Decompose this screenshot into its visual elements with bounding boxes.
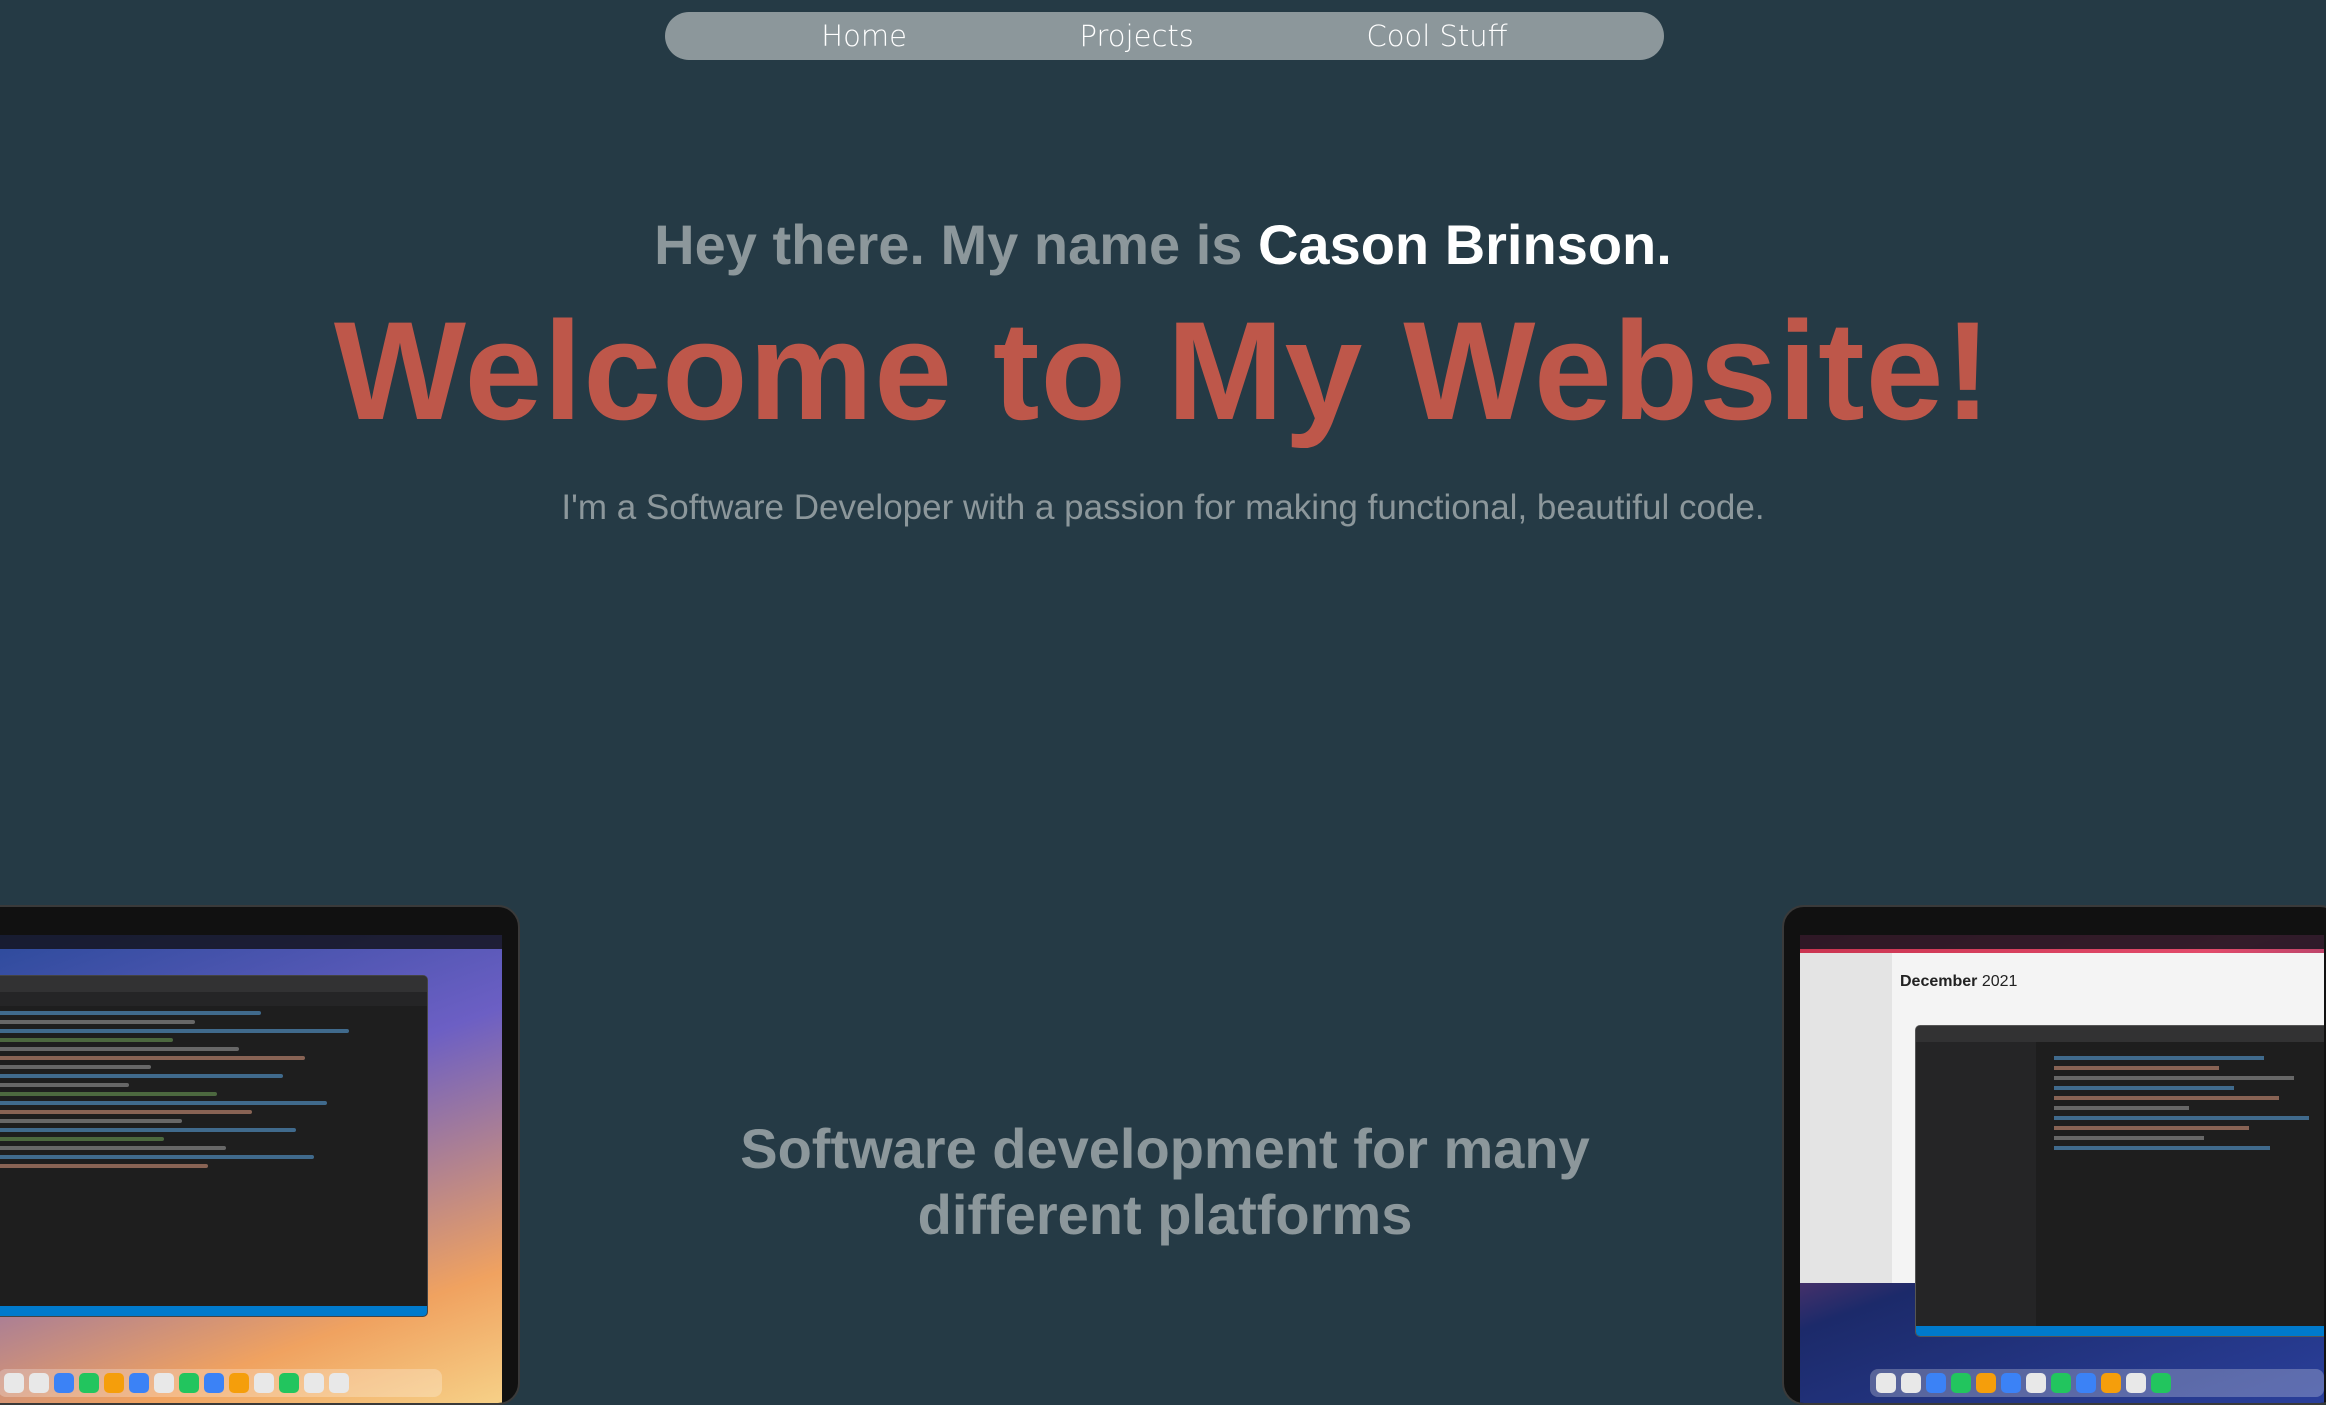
welcome-headline: Welcome to My Website! [333, 292, 1993, 449]
dock-app-icon [2026, 1373, 2046, 1393]
dock-app-icon [54, 1373, 74, 1393]
dock-app-icon [329, 1373, 349, 1393]
code-editor-window [1915, 1025, 2324, 1337]
dock-app-icon [2001, 1373, 2021, 1393]
calendar-year: 2021 [1981, 973, 2018, 990]
mac-menubar [1800, 935, 2324, 949]
dock-app-icon [179, 1373, 199, 1393]
mac-dock [0, 1369, 442, 1397]
dock-app-icon [2151, 1373, 2171, 1393]
laptop-image-right: December 2021 [1782, 905, 2326, 1405]
nav-projects-link[interactable]: Projects [1080, 19, 1194, 53]
dock-app-icon [2101, 1373, 2121, 1393]
dock-app-icon [4, 1373, 24, 1393]
dock-app-icon [1901, 1373, 1921, 1393]
calendar-month: December [1900, 973, 1978, 990]
dock-app-icon [1951, 1373, 1971, 1393]
hero-tagline: I'm a Software Developer with a passion … [561, 488, 1765, 527]
section-title-line1: Software development for many [740, 1117, 1590, 1180]
dock-app-icon [79, 1373, 99, 1393]
nav-home-link[interactable]: Home [821, 19, 907, 53]
dock-app-icon [1876, 1373, 1896, 1393]
dock-app-icon [229, 1373, 249, 1393]
greeting-heading: Hey there. My name is Cason Brinson. [0, 212, 2326, 277]
dock-app-icon [279, 1373, 299, 1393]
greeting-name: Cason Brinson. [1257, 213, 1672, 276]
dock-app-icon [204, 1373, 224, 1393]
top-nav: Home Projects Cool Stuff [665, 12, 1664, 60]
dock-app-icon [154, 1373, 174, 1393]
dock-app-icon [104, 1373, 124, 1393]
greeting-prefix: Hey there. My name is [654, 213, 1258, 276]
laptop-screen: December 2021 [1800, 935, 2324, 1403]
laptop-image-left [0, 905, 520, 1405]
section-title-line2: different platforms [917, 1183, 1413, 1246]
dock-app-icon [2051, 1373, 2071, 1393]
dock-app-icon [29, 1373, 49, 1393]
code-editor-window [0, 975, 428, 1317]
dock-app-icon [2126, 1373, 2146, 1393]
dock-app-icon [254, 1373, 274, 1393]
laptop-screen [0, 935, 502, 1403]
dock-app-icon [1976, 1373, 1996, 1393]
file-explorer [1916, 1042, 2036, 1326]
calendar-title: December 2021 [1900, 973, 2017, 991]
nav-cool-stuff-link[interactable]: Cool Stuff [1367, 19, 1508, 53]
dock-app-icon [304, 1373, 324, 1393]
dock-app-icon [129, 1373, 149, 1393]
dock-app-icon [2076, 1373, 2096, 1393]
dock-app-icon [1926, 1373, 1946, 1393]
mac-dock [1870, 1369, 2324, 1397]
section-title: Software development for many different … [700, 1116, 1630, 1248]
mac-menubar [0, 935, 502, 949]
